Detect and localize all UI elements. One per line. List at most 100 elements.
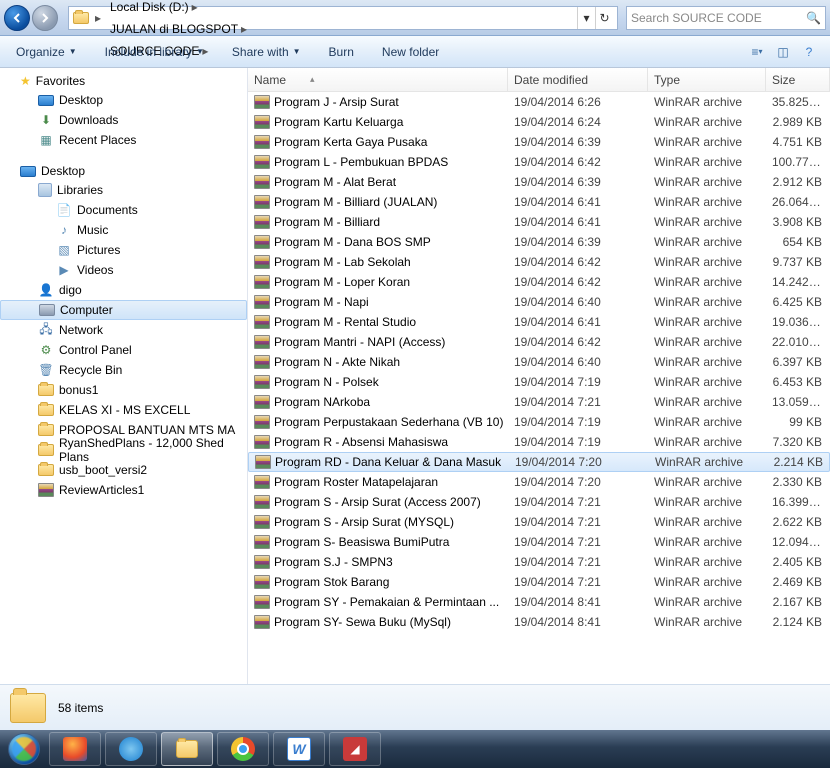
start-button[interactable]	[2, 732, 46, 766]
file-row[interactable]: Program N - Polsek19/04/2014 7:19WinRAR …	[248, 372, 830, 392]
file-row[interactable]: Program M - Rental Studio19/04/2014 6:41…	[248, 312, 830, 332]
column-name[interactable]: Name▴	[248, 68, 508, 91]
address-dropdown[interactable]: ▾	[577, 7, 595, 29]
file-row[interactable]: Program M - Lab Sekolah19/04/2014 6:42Wi…	[248, 252, 830, 272]
file-row[interactable]: Program S.J - SMPN319/04/2014 7:21WinRAR…	[248, 552, 830, 572]
address-refresh[interactable]: ↻	[595, 7, 613, 29]
view-options-button[interactable]: ≡▾	[746, 41, 768, 63]
item-count: 58 items	[58, 701, 103, 715]
breadcrumb-segment[interactable]: Local Disk (D:)▸	[107, 0, 253, 18]
main-area: ★FavoritesDesktop⬇Downloads▦Recent Place…	[0, 68, 830, 684]
rar-icon	[254, 135, 270, 149]
file-row[interactable]: Program J - Arsip Surat19/04/2014 6:26Wi…	[248, 92, 830, 112]
organize-button[interactable]: Organize▼	[10, 41, 83, 63]
nav-back-button[interactable]	[4, 5, 30, 31]
nav-item[interactable]: ReviewArticles1	[0, 480, 247, 500]
file-type: WinRAR archive	[649, 455, 767, 469]
navigation-pane[interactable]: ★FavoritesDesktop⬇Downloads▦Recent Place…	[0, 68, 248, 684]
file-type: WinRAR archive	[648, 355, 766, 369]
address-bar[interactable]: ▸ Computer▸Local Disk (D:)▸JUALAN di BLO…	[68, 6, 618, 30]
taskbar-word[interactable]: W	[273, 732, 325, 766]
search-input[interactable]: Search SOURCE CODE 🔍	[626, 6, 826, 30]
file-row[interactable]: Program Roster Matapelajaran19/04/2014 7…	[248, 472, 830, 492]
file-date: 19/04/2014 6:24	[508, 115, 648, 129]
nav-item[interactable]: Desktop	[0, 90, 247, 110]
file-row[interactable]: Program M - Loper Koran19/04/2014 6:42Wi…	[248, 272, 830, 292]
file-type: WinRAR archive	[648, 115, 766, 129]
nav-libraries[interactable]: Libraries	[0, 180, 247, 200]
file-row[interactable]: Program S - Arsip Surat (MYSQL)19/04/201…	[248, 512, 830, 532]
star-icon: ★	[20, 74, 31, 88]
help-button[interactable]: ?	[798, 41, 820, 63]
column-date[interactable]: Date modified	[508, 68, 648, 91]
file-row[interactable]: Program Perpustakaan Sederhana (VB 10)19…	[248, 412, 830, 432]
taskbar-explorer[interactable]	[161, 732, 213, 766]
nav-favorites[interactable]: ★Favorites	[0, 72, 247, 90]
toolbar: Organize▼ Include in library▼ Share with…	[0, 36, 830, 68]
file-type: WinRAR archive	[648, 375, 766, 389]
nav-item[interactable]: KELAS XI - MS EXCELL	[0, 400, 247, 420]
preview-pane-button[interactable]: ◫	[772, 41, 794, 63]
file-size: 6.453 KB	[766, 375, 828, 389]
taskbar-firefox[interactable]	[49, 732, 101, 766]
share-with-button[interactable]: Share with▼	[226, 41, 307, 63]
rar-icon	[254, 555, 270, 569]
downloads-icon: ⬇	[38, 112, 54, 128]
file-row[interactable]: Program Stok Barang19/04/2014 7:21WinRAR…	[248, 572, 830, 592]
taskbar-chrome[interactable]	[217, 732, 269, 766]
file-row[interactable]: Program Mantri - NAPI (Access)19/04/2014…	[248, 332, 830, 352]
file-row[interactable]: Program SY - Pemakaian & Permintaan ...1…	[248, 592, 830, 612]
file-date: 19/04/2014 6:42	[508, 335, 648, 349]
file-row[interactable]: Program S- Beasiswa BumiPutra19/04/2014 …	[248, 532, 830, 552]
nav-item[interactable]: 👤digo	[0, 280, 247, 300]
taskbar-ie[interactable]	[105, 732, 157, 766]
file-row[interactable]: Program Kartu Keluarga19/04/2014 6:24Win…	[248, 112, 830, 132]
column-type[interactable]: Type	[648, 68, 766, 91]
breadcrumb-root-arrow[interactable]: ▸	[89, 7, 107, 29]
file-type: WinRAR archive	[648, 275, 766, 289]
nav-item[interactable]: 📄Documents	[0, 200, 247, 220]
include-in-library-button[interactable]: Include in library▼	[99, 41, 210, 63]
nav-item[interactable]: Computer	[0, 300, 247, 320]
rar-icon	[254, 295, 270, 309]
file-date: 19/04/2014 6:39	[508, 235, 648, 249]
file-row[interactable]: Program M - Billiard (JUALAN)19/04/2014 …	[248, 192, 830, 212]
file-row[interactable]: Program Kerta Gaya Pusaka19/04/2014 6:39…	[248, 132, 830, 152]
new-folder-button[interactable]: New folder	[376, 41, 445, 63]
file-date: 19/04/2014 7:20	[509, 455, 649, 469]
nav-item[interactable]: 🗑Recycle Bin	[0, 360, 247, 380]
file-row[interactable]: Program M - Billiard19/04/2014 6:41WinRA…	[248, 212, 830, 232]
file-size: 2.214 KB	[767, 455, 829, 469]
nav-item[interactable]: ▦Recent Places	[0, 130, 247, 150]
file-row[interactable]: Program NArkoba19/04/2014 7:21WinRAR arc…	[248, 392, 830, 412]
nav-item[interactable]: 🖧Network	[0, 320, 247, 340]
nav-item[interactable]: bonus1	[0, 380, 247, 400]
file-size: 2.330 KB	[766, 475, 828, 489]
taskbar-app[interactable]: ◢	[329, 732, 381, 766]
nav-item[interactable]: ⬇Downloads	[0, 110, 247, 130]
file-row[interactable]: Program M - Alat Berat19/04/2014 6:39Win…	[248, 172, 830, 192]
nav-item[interactable]: ⚙Control Panel	[0, 340, 247, 360]
file-list[interactable]: Name▴ Date modified Type Size Program J …	[248, 68, 830, 684]
file-row[interactable]: Program SY- Sewa Buku (MySql)19/04/2014 …	[248, 612, 830, 632]
nav-item[interactable]: ▧Pictures	[0, 240, 247, 260]
file-name: Program R - Absensi Mahasiswa	[274, 435, 448, 449]
file-type: WinRAR archive	[648, 555, 766, 569]
file-row[interactable]: Program R - Absensi Mahasiswa19/04/2014 …	[248, 432, 830, 452]
file-row[interactable]: Program M - Dana BOS SMP19/04/2014 6:39W…	[248, 232, 830, 252]
nav-item[interactable]: RyanShedPlans - 12,000 Shed Plans	[0, 440, 247, 460]
file-row[interactable]: Program S - Arsip Surat (Access 2007)19/…	[248, 492, 830, 512]
burn-button[interactable]: Burn	[323, 41, 360, 63]
nav-desktop[interactable]: Desktop	[0, 162, 247, 180]
file-row[interactable]: Program N - Akte Nikah19/04/2014 6:40Win…	[248, 352, 830, 372]
breadcrumb-segment[interactable]: JUALAN di BLOGSPOT▸	[107, 18, 253, 40]
file-row[interactable]: Program RD - Dana Keluar & Dana Masuk19/…	[248, 452, 830, 472]
nav-forward-button[interactable]	[32, 5, 58, 31]
file-row[interactable]: Program M - Napi19/04/2014 6:40WinRAR ar…	[248, 292, 830, 312]
file-date: 19/04/2014 6:42	[508, 275, 648, 289]
rar-icon	[254, 575, 270, 589]
file-row[interactable]: Program L - Pembukuan BPDAS19/04/2014 6:…	[248, 152, 830, 172]
nav-item[interactable]: ▶Videos	[0, 260, 247, 280]
nav-item[interactable]: ♪Music	[0, 220, 247, 240]
column-size[interactable]: Size	[766, 68, 830, 91]
